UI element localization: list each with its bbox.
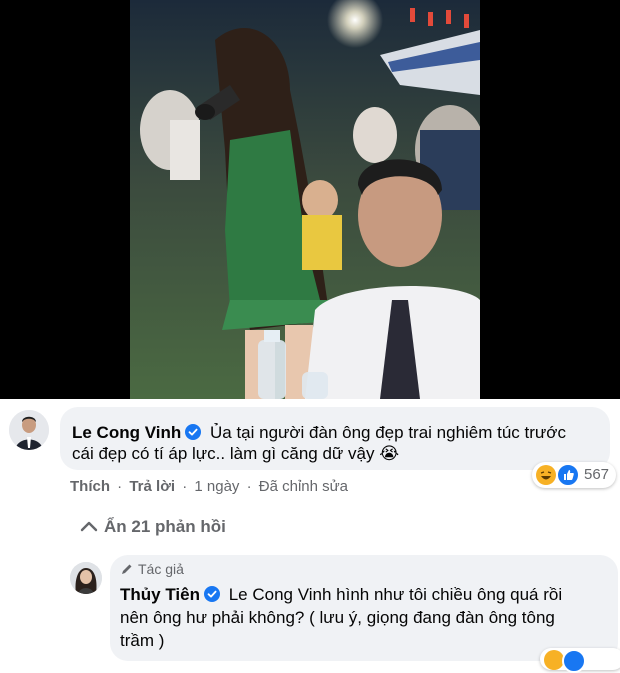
hide-replies-button[interactable]: Ẩn 21 phản hồi	[80, 517, 226, 537]
comment-text-line1: Ủa tại người đàn ông đẹp trai nghiêm túc…	[209, 423, 566, 442]
crying-emoji-icon: 😭	[379, 444, 400, 463]
like-action[interactable]: Thích	[70, 478, 110, 495]
hide-replies-label: Ẩn 21 phản hồi	[104, 517, 226, 536]
haha-icon	[544, 650, 564, 670]
comment-first-line: Le Cong Vinh Ủa tại người đàn ông đẹp tr…	[72, 422, 566, 444]
comment-text-line2: cái đẹp có tí áp lực.. làm gì căng dữ vậ…	[72, 444, 375, 463]
verified-badge-icon	[185, 424, 202, 440]
avatar[interactable]	[9, 410, 49, 450]
reply-text-line3: trầm )	[120, 631, 165, 650]
reply-first-line: Thủy Tiên Le Cong Vinh hình như tôi chiề…	[120, 584, 562, 606]
comment-second-line: cái đẹp có tí áp lực.. làm gì căng dữ vậ…	[72, 443, 399, 465]
reply-text-line1: hình như tôi chiều ông quá rồi	[336, 585, 563, 604]
edited-label[interactable]: Đã chỉnh sửa	[259, 478, 348, 495]
haha-icon	[536, 465, 556, 485]
reply-action[interactable]: Trả lời	[129, 478, 175, 495]
reply-text-line2: nên ông hư phải không? ( lưu ý, giọng đa…	[120, 608, 555, 627]
separator: ·	[117, 478, 123, 495]
reply-second-line: nên ông hư phải không? ( lưu ý, giọng đa…	[120, 607, 555, 629]
separator: ·	[182, 478, 188, 495]
video-frame[interactable]	[130, 0, 480, 399]
verified-badge-icon	[203, 586, 220, 602]
like-icon	[562, 649, 586, 673]
reply-third-line: trầm )	[120, 630, 164, 652]
reaction-summary[interactable]: 567	[532, 462, 616, 488]
avatar-photo	[9, 410, 49, 450]
author-badge: Tác giả	[120, 561, 184, 579]
reply-author[interactable]: Thủy Tiên	[120, 585, 200, 604]
reply-avatar[interactable]	[70, 562, 102, 594]
pencil-icon	[120, 562, 134, 579]
mention-link[interactable]: Le Cong Vinh	[229, 585, 332, 604]
author-badge-label: Tác giả	[138, 561, 184, 577]
comment-actions: Thích · Trả lời · 1 ngày · Đã chỉnh sửa	[70, 478, 348, 495]
video-letterbox	[0, 0, 620, 399]
comment-author[interactable]: Le Cong Vinh	[72, 423, 181, 442]
video-scene	[130, 0, 480, 399]
avatar-photo	[70, 562, 102, 594]
comment-timestamp[interactable]: 1 ngày	[194, 478, 239, 495]
reaction-count: 567	[584, 466, 610, 483]
like-icon	[556, 463, 580, 487]
reply-reaction-summary[interactable]	[540, 648, 620, 673]
separator: ·	[246, 478, 252, 495]
chevron-up-icon	[80, 517, 98, 537]
